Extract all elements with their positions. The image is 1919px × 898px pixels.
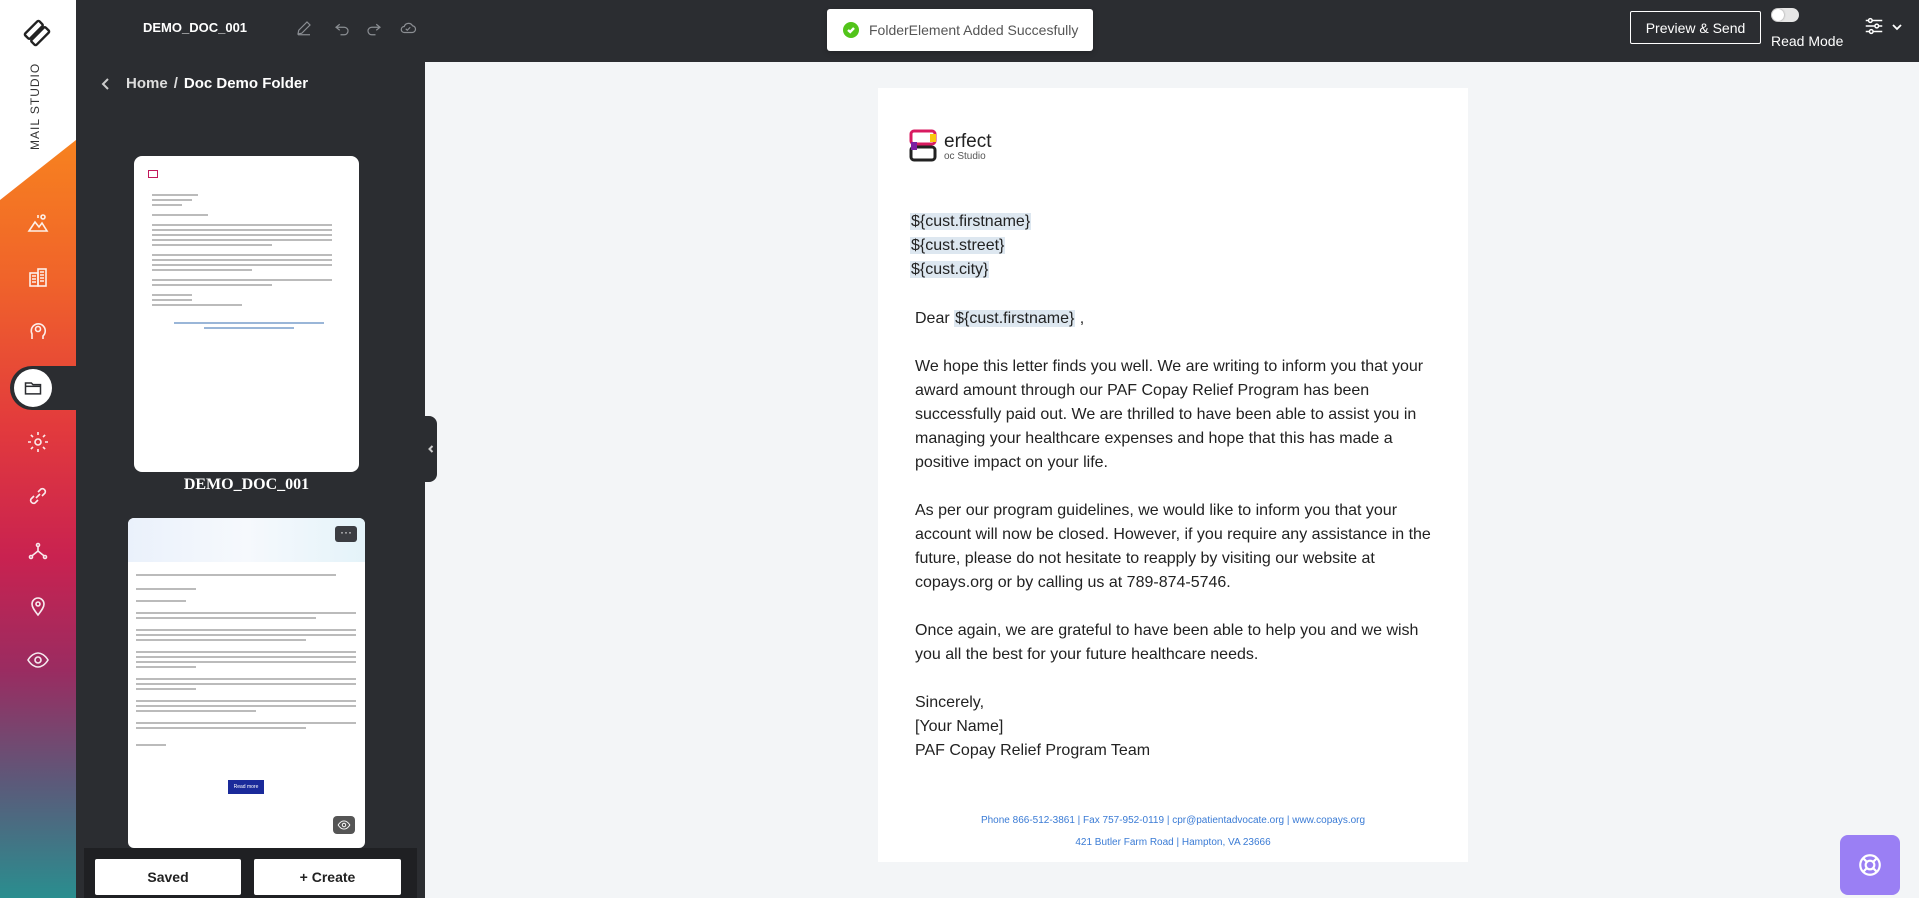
link-icon[interactable]	[20, 478, 56, 514]
app-brand: MAIL STUDIO	[28, 62, 42, 150]
paragraph-2: As per our program guidelines, we would …	[915, 502, 1431, 591]
breadcrumb-separator: /	[173, 75, 178, 92]
folder-icon[interactable]	[14, 369, 52, 407]
chevron-down-icon[interactable]	[1890, 20, 1904, 34]
document-page[interactable]: erfect oc Studio ${cust.firstname} ${cus…	[878, 88, 1468, 862]
sliders-icon[interactable]	[1863, 15, 1887, 39]
document-name: DEMO_DOC_001	[143, 20, 248, 35]
breadcrumb: Home / Doc Demo Folder	[126, 75, 308, 92]
cloud-saved-icon[interactable]	[396, 16, 420, 40]
var-city[interactable]: ${cust.city}	[910, 261, 990, 278]
left-rail: MAIL STUDIO	[0, 0, 76, 898]
thumbnail-label: DEMO_DOC_001	[183, 476, 310, 493]
back-arrow-icon[interactable]	[98, 76, 114, 92]
eye-icon[interactable]	[20, 642, 56, 678]
document-thumbnail[interactable]	[134, 156, 359, 472]
network-icon[interactable]	[20, 533, 56, 569]
breadcrumb-current: Doc Demo Folder	[183, 75, 309, 92]
gear-icon[interactable]	[20, 424, 56, 460]
landscape-icon[interactable]	[20, 205, 56, 241]
app-logo-icon[interactable]	[22, 18, 52, 48]
more-options-button[interactable]: ···	[335, 526, 357, 542]
undo-icon[interactable]	[330, 16, 354, 40]
salutation: Dear ${cust.firstname} ,	[915, 307, 1435, 331]
logo-subtext: oc Studio	[944, 151, 986, 162]
address-block: ${cust.firstname} ${cust.street} ${cust.…	[910, 210, 1032, 282]
preview-eye-icon[interactable]	[333, 816, 355, 834]
var-firstname-salutation[interactable]: ${cust.firstname}	[954, 310, 1076, 327]
check-circle-icon	[843, 22, 859, 38]
edit-icon[interactable]	[292, 16, 316, 40]
collapse-panel-button[interactable]	[425, 416, 437, 482]
var-street[interactable]: ${cust.street}	[910, 237, 1006, 254]
signature-name: [Your Name]	[915, 718, 1004, 735]
logo-text: erfect	[944, 131, 992, 152]
paragraph-3: Once again, we are grateful to have been…	[915, 622, 1419, 663]
read-mode-toggle[interactable]	[1771, 8, 1799, 22]
thumb-logo	[148, 170, 158, 178]
redo-icon[interactable]	[362, 16, 386, 40]
read-mode-label: Read Mode	[1771, 33, 1844, 49]
signature-team: PAF Copay Relief Program Team	[915, 742, 1151, 759]
read-more-button: Read more	[228, 780, 264, 794]
paragraph-1: We hope this letter finds you well. We a…	[915, 358, 1424, 471]
thumb-banner	[128, 518, 365, 562]
rail-gradient	[0, 140, 76, 898]
buildings-icon[interactable]	[20, 259, 56, 295]
document-thumbnail[interactable]: ··· Read more	[128, 518, 365, 848]
breadcrumb-home[interactable]: Home	[126, 75, 168, 92]
create-button[interactable]: + Create	[254, 859, 401, 895]
salutation-suffix: ,	[1075, 310, 1085, 327]
var-firstname[interactable]: ${cust.firstname}	[910, 213, 1032, 230]
toast-message: FolderElement Added Succesfully	[869, 22, 1079, 38]
toast-notification: FolderElement Added Succesfully	[827, 9, 1093, 51]
help-lifebuoy-button[interactable]	[1840, 835, 1900, 895]
closing: Sincerely,	[915, 694, 985, 711]
mind-gear-icon[interactable]	[20, 313, 56, 349]
footer-contact: Phone 866-512-3861 | Fax 757-952-0119 | …	[980, 815, 1366, 826]
location-bulb-icon[interactable]	[20, 588, 56, 624]
toggle-knob	[1772, 9, 1784, 21]
salutation-prefix: Dear	[915, 310, 950, 327]
document-panel: Home / Doc Demo Folder DEMO_DOC_001 ···	[76, 62, 425, 898]
footer-address: 421 Butler Farm Road | Hampton, VA 23666	[1075, 837, 1271, 848]
saved-button[interactable]: Saved	[95, 859, 241, 895]
preview-send-button[interactable]: Preview & Send	[1630, 11, 1761, 44]
